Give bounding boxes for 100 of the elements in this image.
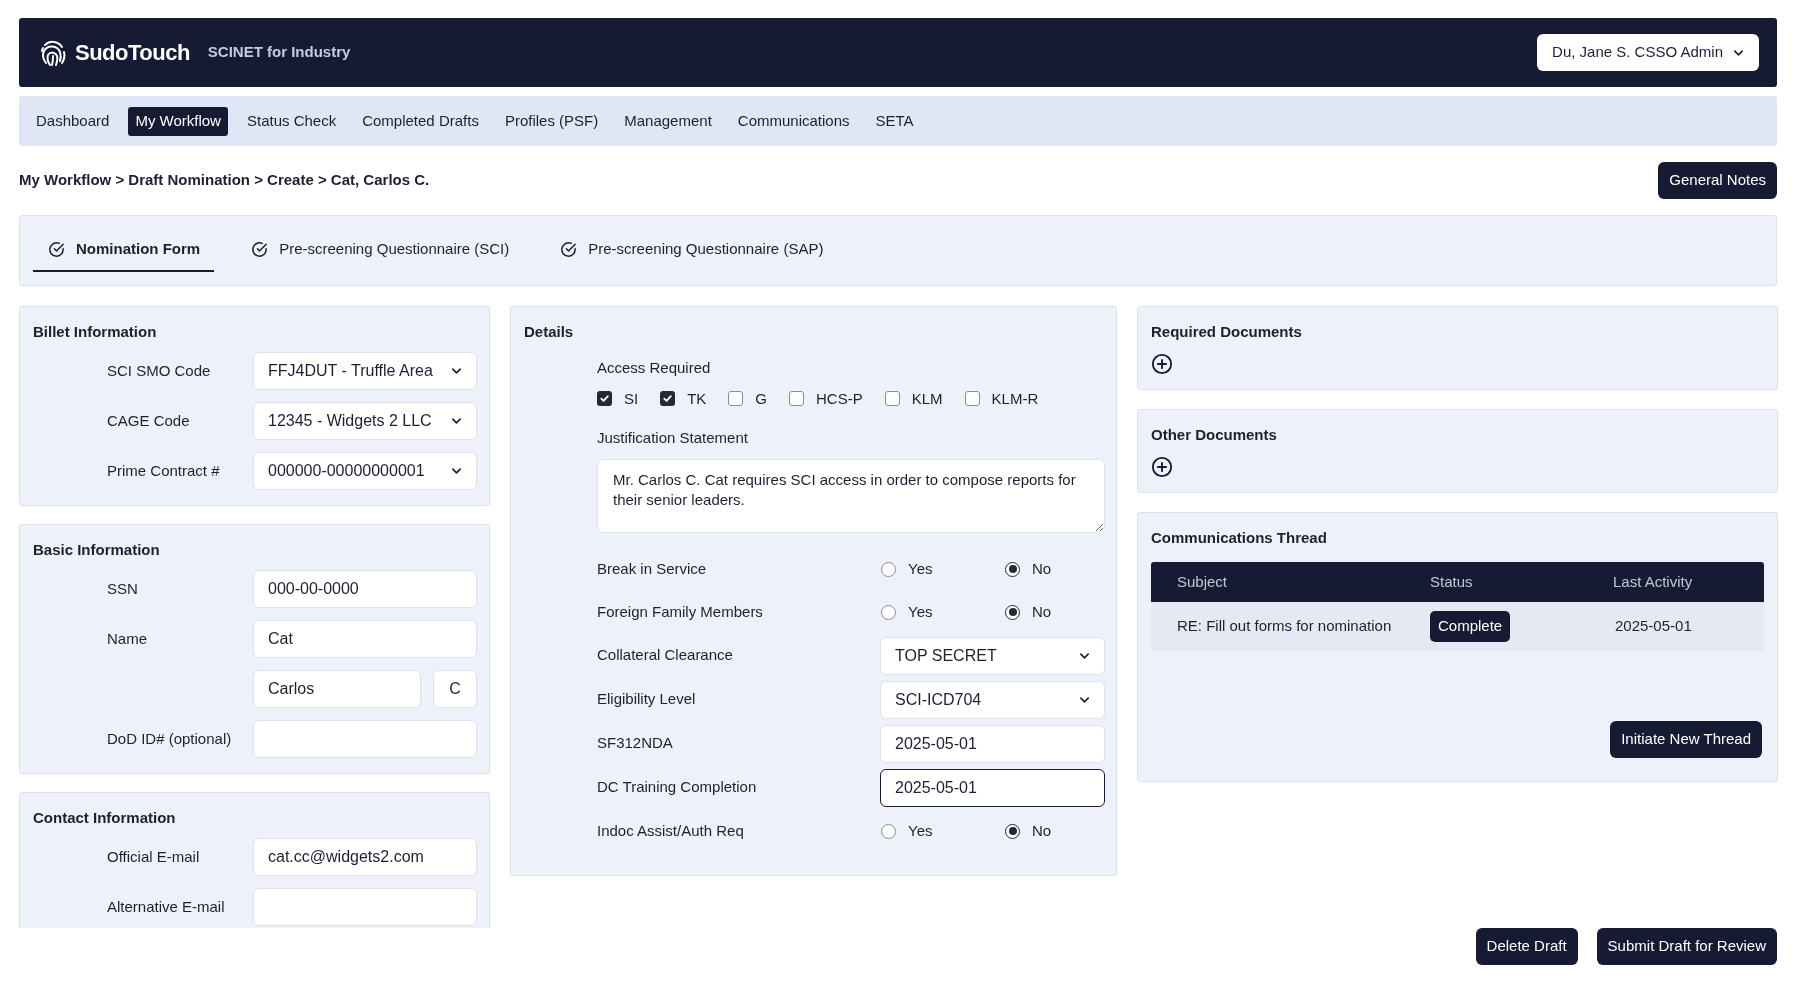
nav-tab[interactable]: Management bbox=[617, 106, 719, 136]
field-label: SCI SMO Code bbox=[107, 360, 212, 381]
input-field[interactable] bbox=[253, 720, 477, 758]
nav-tab[interactable]: Communications bbox=[730, 106, 857, 136]
form-tab[interactable]: Pre-screening Questionnaire (SCI) bbox=[236, 229, 524, 272]
field-label: Alternative E-mail bbox=[107, 896, 226, 917]
field-label: DoD ID# (optional) bbox=[107, 728, 233, 749]
nav-tab[interactable]: My Workflow bbox=[128, 106, 228, 136]
radio-button[interactable] bbox=[1005, 604, 1020, 620]
field-label: Break in Service bbox=[597, 558, 708, 579]
checkbox[interactable] bbox=[728, 391, 744, 407]
select-field[interactable]: SCI-ICD704 bbox=[880, 680, 1105, 719]
brand-name: SudoTouch bbox=[75, 39, 190, 67]
general-notes-button[interactable]: General Notes bbox=[1658, 162, 1777, 199]
select-field[interactable]: 12345 - Widgets 2 LLC bbox=[253, 402, 477, 440]
checkbox-label: G bbox=[755, 388, 768, 409]
app-subtitle: SCINET for Industry bbox=[207, 42, 351, 63]
select-field[interactable]: FFJ4DUT - Truffle Area bbox=[253, 352, 477, 390]
checkbox-label: KLM-R bbox=[991, 388, 1039, 409]
radio-button[interactable] bbox=[881, 604, 896, 620]
form-tab[interactable]: Nomination Form bbox=[33, 229, 215, 272]
checkbox-label: KLM bbox=[911, 388, 943, 409]
table-row[interactable]: RE: Fill out forms for nomination Complete 2025-05-01 bbox=[1151, 602, 1764, 651]
chevron-icon bbox=[451, 467, 462, 475]
add-circle-icon[interactable] bbox=[1151, 353, 1173, 375]
nav-tab[interactable]: Completed Drafts bbox=[355, 106, 486, 136]
input-field[interactable]: Cat bbox=[253, 620, 477, 658]
radio-label: Yes bbox=[908, 820, 933, 841]
date-field[interactable]: 2025-05-01 bbox=[880, 724, 1105, 763]
checkbox[interactable] bbox=[964, 391, 980, 407]
nav-tab[interactable]: Dashboard bbox=[29, 106, 117, 136]
table-cell-text: RE: Fill out forms for nomination bbox=[1177, 616, 1393, 637]
field-label: SF312NDA bbox=[597, 733, 674, 754]
date-field[interactable]: 2025-05-01 bbox=[880, 768, 1105, 807]
section-title: Details bbox=[524, 322, 575, 342]
radio-button[interactable] bbox=[881, 823, 896, 839]
input-field[interactable]: cat.cc@widgets2.com bbox=[253, 838, 477, 876]
chevron-icon bbox=[451, 367, 462, 375]
radio-label: No bbox=[1032, 601, 1052, 622]
chevron-icon bbox=[1079, 695, 1090, 704]
user-menu-button[interactable]: Du, Jane S. CSSO Admin bbox=[1537, 34, 1759, 71]
checkbox-label: TK bbox=[687, 388, 707, 409]
section-title: Other Documents bbox=[1151, 425, 1278, 445]
radio-label: No bbox=[1032, 820, 1052, 841]
section-title: Required Documents bbox=[1151, 322, 1303, 342]
column-header: Last Activity bbox=[1613, 571, 1694, 592]
chevron-icon bbox=[451, 417, 462, 425]
input-field[interactable]: C bbox=[433, 670, 477, 708]
field-label: Prime Contract # bbox=[107, 460, 221, 481]
section-title: Contact Information bbox=[33, 808, 177, 828]
radio-label: Yes bbox=[908, 601, 933, 622]
column-header: Subject bbox=[1177, 571, 1229, 592]
checkbox[interactable] bbox=[789, 391, 805, 407]
field-label: Access Required bbox=[597, 358, 712, 378]
add-circle-icon[interactable] bbox=[1151, 456, 1173, 478]
field-label: SSN bbox=[107, 578, 139, 599]
chevron-icon bbox=[1079, 651, 1090, 660]
radio-button[interactable] bbox=[1005, 561, 1020, 577]
nav-tab[interactable]: Profiles (PSF) bbox=[497, 106, 606, 136]
initiate-thread-button[interactable]: Initiate New Thread bbox=[1610, 721, 1762, 758]
column-header: Status bbox=[1430, 571, 1474, 592]
check-circle-icon bbox=[559, 240, 579, 259]
check-circle-icon bbox=[47, 240, 66, 259]
footer-button[interactable]: Submit Draft for Review bbox=[1596, 928, 1777, 965]
field-label: Indoc Assist/Auth Req bbox=[597, 820, 745, 841]
field-label: Collateral Clearance bbox=[597, 645, 734, 666]
status-badge: Complete bbox=[1430, 611, 1511, 642]
input-field[interactable] bbox=[253, 888, 477, 926]
field-label: Eligibility Level bbox=[597, 689, 697, 710]
field-label: CAGE Code bbox=[107, 410, 191, 431]
section-title: Billet Information bbox=[33, 322, 158, 342]
form-tab[interactable]: Pre-screening Questionnaire (SAP) bbox=[545, 229, 838, 272]
input-field[interactable]: Carlos bbox=[253, 670, 421, 708]
footer-button[interactable]: Delete Draft bbox=[1475, 928, 1578, 965]
field-label: DC Training Completion bbox=[597, 777, 758, 798]
breadcrumb: My Workflow > Draft Nomination > Create > Cat, Carlos C. bbox=[19, 170, 430, 191]
field-label: Official E-mail bbox=[107, 846, 201, 867]
field-label: Foreign Family Members bbox=[597, 601, 764, 622]
chevron-icon bbox=[1733, 48, 1744, 57]
checkbox[interactable] bbox=[597, 391, 612, 407]
checkbox[interactable] bbox=[884, 391, 900, 407]
table-cell-text: 2025-05-01 bbox=[1614, 616, 1693, 637]
select-field[interactable]: TOP SECRET bbox=[880, 636, 1105, 675]
select-field[interactable]: 000000-00000000001 bbox=[253, 452, 477, 490]
nav-tab[interactable]: SETA bbox=[868, 106, 921, 136]
justification-field[interactable]: Mr. Carlos C. Cat requires SCI access in order to compose reports for their senior leaders. bbox=[597, 458, 1105, 533]
radio-button[interactable] bbox=[881, 561, 896, 577]
checkbox[interactable] bbox=[660, 391, 676, 407]
checkbox-label: SI bbox=[624, 388, 639, 409]
nav-tab[interactable]: Status Check bbox=[239, 106, 344, 136]
check-circle-icon bbox=[250, 240, 270, 259]
field-label: Justification Statement bbox=[597, 428, 749, 448]
radio-label: No bbox=[1032, 558, 1052, 579]
checkbox-label: HCS-P bbox=[816, 388, 863, 409]
radio-button[interactable] bbox=[1005, 823, 1020, 839]
section-title: Basic Information bbox=[33, 540, 161, 560]
field-label: Name bbox=[107, 628, 148, 649]
check-icon bbox=[599, 393, 610, 405]
input-field[interactable]: 000-00-0000 bbox=[253, 570, 477, 608]
check-icon bbox=[662, 393, 674, 405]
